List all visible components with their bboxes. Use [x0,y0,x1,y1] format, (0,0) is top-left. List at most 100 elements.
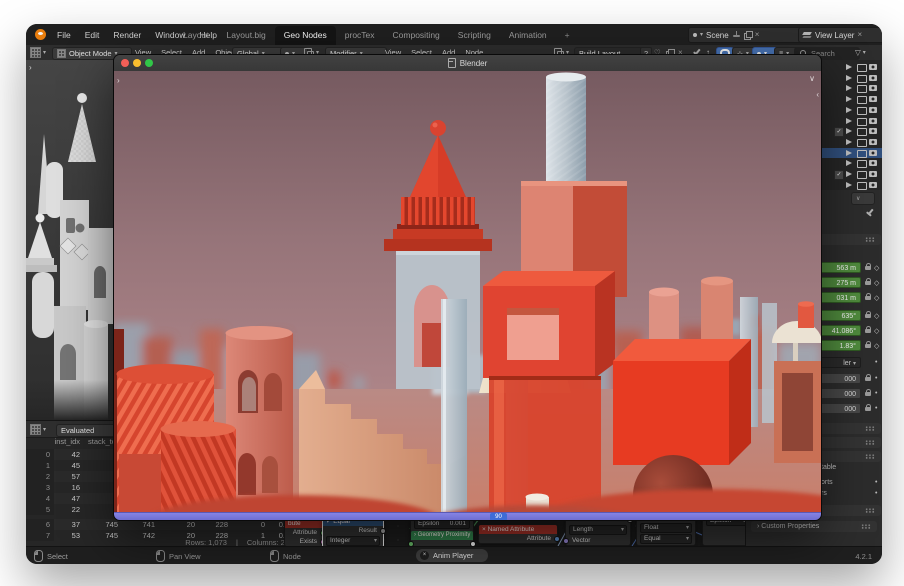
panel-header-custom-properties[interactable]: › Custom Properties [751,521,877,532]
monitor-icon[interactable] [857,107,867,115]
animate-dot-icon[interactable]: • [875,375,877,382]
node-named-attribute-a[interactable]: bute Attribute Exists [284,518,324,546]
monitor-icon[interactable] [857,150,867,158]
outliner-row[interactable] [821,83,882,93]
animate-dot-icon[interactable]: • [875,359,877,366]
cursor-icon[interactable] [846,139,852,145]
lock-icon[interactable] [865,407,872,413]
camera-icon[interactable] [869,182,877,188]
keyframe-icon[interactable]: ◇ [874,327,879,335]
scene-selector[interactable]: ▾ Scene × [688,27,802,43]
viewport-3d[interactable]: › [26,60,113,420]
outliner-row[interactable]: ✓ [821,169,882,179]
pin-icon[interactable] [732,31,741,40]
workspace-tab-geo-nodes[interactable]: Geo Nodes [275,26,336,45]
view-layer-selector[interactable]: View Layer × [798,27,882,43]
new-scene-icon[interactable] [744,31,752,39]
timeline-strip[interactable]: 90 [114,512,821,521]
camera-icon[interactable] [869,96,877,102]
monitor-icon[interactable] [857,96,867,104]
sidebar-toggle-icon[interactable]: › [29,64,32,72]
keyframe-icon[interactable]: ◇ [874,342,879,350]
cursor-icon[interactable] [846,64,852,70]
camera-icon[interactable] [869,118,877,124]
menu-item-render[interactable]: Render [106,30,148,40]
checkbox-icon[interactable]: ✓ [834,127,844,137]
workspace-tab-layout-big[interactable]: Layout.big [218,26,275,45]
monitor-icon[interactable] [857,182,867,190]
camera-icon[interactable] [869,139,877,145]
node-dropdown[interactable]: Equal▾ [640,534,692,544]
animate-dot-icon[interactable]: • [875,490,877,497]
monitor-icon[interactable] [857,139,867,147]
cursor-icon[interactable] [846,150,852,156]
cursor-icon[interactable] [846,160,852,166]
region-toggle-icon[interactable]: ‹ [816,91,819,99]
stop-icon[interactable]: × [420,551,429,560]
monitor-icon[interactable] [857,118,867,126]
camera-icon[interactable] [869,150,877,156]
keyframe-icon[interactable]: ◇ [874,264,879,272]
render-view[interactable]: › ∨ ‹ [114,71,821,512]
region-toggle-icon[interactable]: › [117,77,120,85]
menu-item-edit[interactable]: Edit [78,30,107,40]
workspace-tab-layout[interactable]: Layout [174,26,218,45]
outliner-row[interactable] [821,105,882,115]
outliner-filter-button[interactable]: ▽ ▾ [855,47,866,58]
monitor-icon[interactable] [857,64,867,72]
lock-icon[interactable] [865,377,872,383]
keyframe-icon[interactable]: ◇ [874,312,879,320]
workspace-tab-animation[interactable]: Animation [500,26,556,45]
outliner-row[interactable] [821,62,882,72]
monitor-icon[interactable] [857,128,867,136]
cursor-icon[interactable] [846,171,852,177]
monitor-icon[interactable] [857,85,867,93]
monitor-icon[interactable] [857,75,867,83]
close-icon[interactable]: × [755,31,760,39]
keyframe-icon[interactable]: ◇ [874,294,879,302]
render-window[interactable]: Blender › ∨ ‹ [113,54,822,521]
monitor-icon[interactable] [857,171,867,179]
camera-icon[interactable] [869,128,877,134]
outliner-row[interactable] [821,137,882,147]
animate-dot-icon[interactable]: • [875,479,877,486]
workspace-tab-scripting[interactable]: Scripting [449,26,500,45]
workspace-tab-compositing[interactable]: Compositing [384,26,449,45]
lock-icon[interactable] [865,329,872,335]
animate-dot-icon[interactable]: • [875,390,877,397]
camera-icon[interactable] [869,107,877,113]
outliner-row[interactable] [821,158,882,168]
outliner[interactable]: ✓✓ [820,60,882,190]
lock-icon[interactable] [865,314,872,320]
blender-logo-icon[interactable] [35,29,46,40]
camera-icon[interactable] [869,85,877,91]
pin-icon[interactable] [863,206,876,219]
workspace-tab-proctex[interactable]: procTex [336,26,384,45]
outliner-row[interactable] [821,73,882,83]
cursor-icon[interactable] [846,96,852,102]
camera-icon[interactable] [869,64,877,70]
outliner-row[interactable]: ✓ [821,126,882,136]
cursor-icon[interactable] [846,75,852,81]
close-icon[interactable]: × [857,31,862,39]
cursor-icon[interactable] [846,182,852,188]
camera-icon[interactable] [869,171,877,177]
region-toggle-icon[interactable]: ∨ [809,75,815,83]
camera-icon[interactable] [869,75,877,81]
outliner-row[interactable] [821,94,882,104]
outliner-row[interactable] [821,148,882,158]
menu-item-file[interactable]: File [50,30,78,40]
node-dropdown[interactable]: Integer▾ [326,536,380,546]
cursor-icon[interactable] [846,118,852,124]
node-named-attribute-b[interactable]: × Named Attribute Attribute [478,524,558,544]
checkbox-icon[interactable]: ✓ [834,170,844,180]
outliner-row[interactable] [821,116,882,126]
anim-player-indicator[interactable]: × Anim Player [416,549,488,562]
lock-icon[interactable] [865,392,872,398]
cursor-icon[interactable] [846,85,852,91]
cursor-icon[interactable] [846,128,852,134]
camera-icon[interactable] [869,160,877,166]
node-dropdown[interactable]: Length▾ [569,525,627,535]
timeline-playhead[interactable]: 90 [490,513,507,521]
lock-icon[interactable] [865,281,872,287]
